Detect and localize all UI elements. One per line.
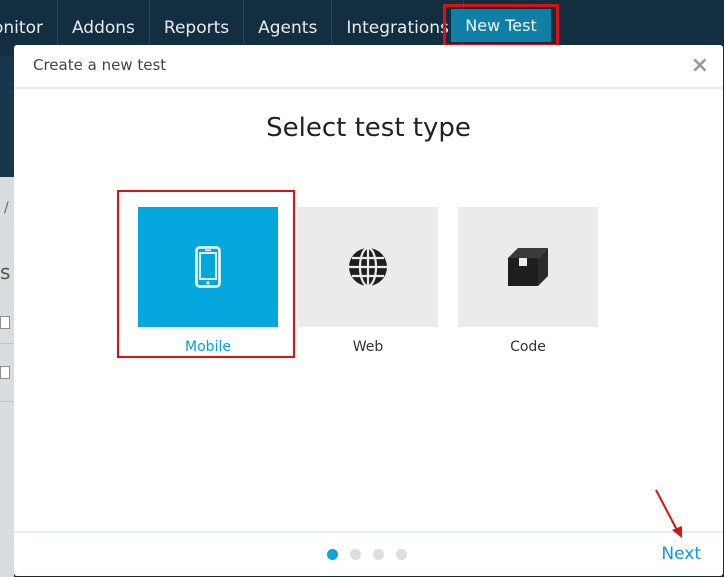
mobile-tile[interactable] [138,207,278,327]
close-icon[interactable]: × [691,53,709,78]
new-test-button[interactable]: New Test [451,9,551,42]
test-type-mobile[interactable]: Mobile [138,207,278,355]
web-tile[interactable] [298,207,438,327]
code-label: Code [510,339,546,355]
new-test-highlight: New Test [443,4,559,47]
mobile-label: Mobile [185,339,231,355]
test-type-web[interactable]: Web [298,207,438,355]
web-label: Web [352,339,384,355]
background-divider [0,401,14,402]
modal-footer: Next [14,531,723,576]
step-dot-3 [373,549,384,560]
background-breadcrumb: / [4,200,9,216]
step-dot-2 [350,549,361,560]
background-page: / s [0,56,14,577]
box-icon [508,248,548,286]
background-heading: s [0,260,11,284]
test-type-code[interactable]: Code [458,207,598,355]
background-checkbox [0,366,10,379]
annotation-arrow-icon [655,489,682,538]
background-checkbox [0,316,10,329]
step-dot-1 [327,549,338,560]
select-test-type-heading: Select test type [266,113,471,143]
background-divider [0,343,14,344]
background-header [0,56,14,177]
next-button[interactable]: Next [661,544,701,564]
smartphone-icon [195,246,221,288]
modal-title: Create a new test [33,56,167,74]
code-tile[interactable] [458,207,598,327]
step-indicator [327,549,407,560]
new-test-modal: Create a new test × Select test type Mob… [14,45,723,576]
globe-icon [349,246,387,288]
step-dot-4 [396,549,407,560]
modal-header: Create a new test × [14,45,723,89]
